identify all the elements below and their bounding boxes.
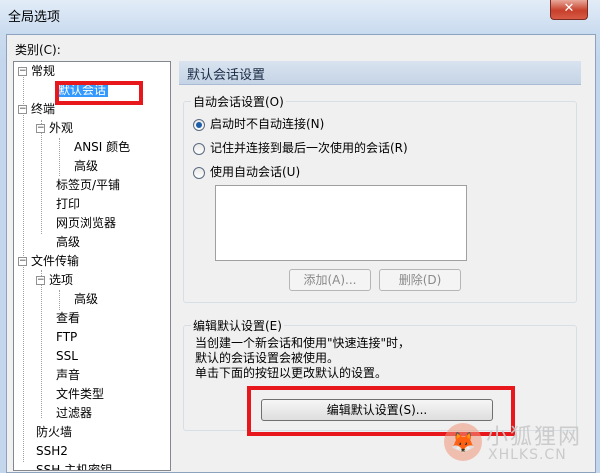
collapse-icon[interactable]: − — [36, 276, 45, 285]
radio-icon[interactable] — [193, 142, 205, 155]
tree-item-firewall[interactable]: 防火墙 — [36, 423, 72, 442]
collapse-icon[interactable]: − — [18, 257, 27, 266]
panel-title: 默认会话设置 — [187, 68, 266, 83]
window-title: 全局选项 — [8, 10, 61, 25]
highlight-box-default-session — [55, 81, 143, 105]
add-button[interactable]: 添加(A)... — [289, 269, 371, 291]
tree-item-terminal[interactable]: − 终端 — [18, 100, 55, 119]
panel-header: 默认会话设置 — [179, 61, 581, 85]
tree-item-print[interactable]: 打印 — [56, 195, 80, 214]
tree-line — [41, 270, 42, 418]
tree-line — [59, 290, 60, 310]
tree-item-ssh-host-key[interactable]: SSH 主机密钥 — [36, 461, 112, 470]
tree-item-appearance-advanced[interactable]: 高级 — [74, 157, 98, 176]
tree-item-file-transfer[interactable]: − 文件传输 — [18, 252, 79, 271]
dialog-body: 类别(C): − 常规 默认会话 − 终端 − 外观 ANSI 颜色 高级 标签… — [6, 34, 596, 473]
description-line-3: 单击下面的按钮以更改默认的设置。 — [195, 366, 388, 380]
tree-item-tabs-tiling[interactable]: 标签页/平铺 — [56, 176, 120, 195]
collapse-icon[interactable]: − — [18, 67, 27, 76]
tree-item-ansi-color[interactable]: ANSI 颜色 — [74, 138, 130, 157]
tree-line — [59, 138, 60, 176]
tree-item-terminal-advanced[interactable]: 高级 — [56, 233, 80, 252]
radio-remember-last-session[interactable]: 记住并连接到最后一次使用的会话(R) — [193, 139, 408, 157]
tree-item-view[interactable]: 查看 — [56, 309, 80, 328]
radio-checked-icon[interactable] — [193, 118, 205, 131]
edit-default-group-title: 编辑默认设置(E) — [191, 317, 284, 334]
tree-item-ssl[interactable]: SSL — [56, 347, 78, 366]
tree-item-appearance[interactable]: − 外观 — [36, 119, 73, 138]
auto-session-group-title: 自动会话设置(O) — [191, 93, 286, 110]
tree-item-filter[interactable]: 过滤器 — [56, 404, 92, 423]
tree-item-web-browser[interactable]: 网页浏览器 — [56, 214, 116, 233]
radio-use-auto-session[interactable]: 使用自动会话(U) — [193, 163, 300, 181]
watermark: 🦊 小狐狸网 XHLKS.CN — [444, 417, 594, 469]
tree-item-general[interactable]: − 常规 — [18, 62, 55, 81]
watermark-domain: XHLKS.CN — [488, 447, 567, 463]
description-line-2: 默认的会话设置会被使用。 — [195, 351, 340, 365]
category-label: 类别(C): — [15, 43, 61, 57]
category-tree[interactable]: −常规 默认会话 −终端 −外观 ANSI 颜色 高级 标签页/平铺 打印 — [13, 61, 171, 471]
collapse-icon[interactable]: − — [36, 124, 45, 133]
tree-item-ssh2[interactable]: SSH2 — [36, 442, 68, 461]
tree-item-ftp[interactable]: FTP — [56, 328, 77, 347]
tree-item-options-advanced[interactable]: 高级 — [74, 290, 98, 309]
tree-item-file-type[interactable]: 文件类型 — [56, 385, 104, 404]
close-button[interactable]: ✕ — [550, 0, 588, 20]
delete-button[interactable]: 删除(D) — [379, 269, 461, 291]
description-line-1: 当创建一个新会话和使用"快速连接"时， — [195, 336, 411, 350]
radio-no-auto-connect[interactable]: 启动时不自动连接(N) — [193, 115, 324, 133]
collapse-icon[interactable]: − — [18, 105, 27, 114]
fox-logo-icon: 🦊 — [444, 423, 482, 461]
global-options-window: 全局选项 ✕ 类别(C): − 常规 默认会话 − 终端 − 外观 ANSI 颜色 — [0, 0, 600, 473]
tree-item-options[interactable]: − 选项 — [36, 271, 73, 290]
radio-icon[interactable] — [193, 166, 205, 179]
auto-session-list[interactable] — [215, 185, 467, 261]
tree-item-sound[interactable]: 声音 — [56, 366, 80, 385]
title-bar[interactable]: 全局选项 ✕ — [0, 0, 600, 34]
